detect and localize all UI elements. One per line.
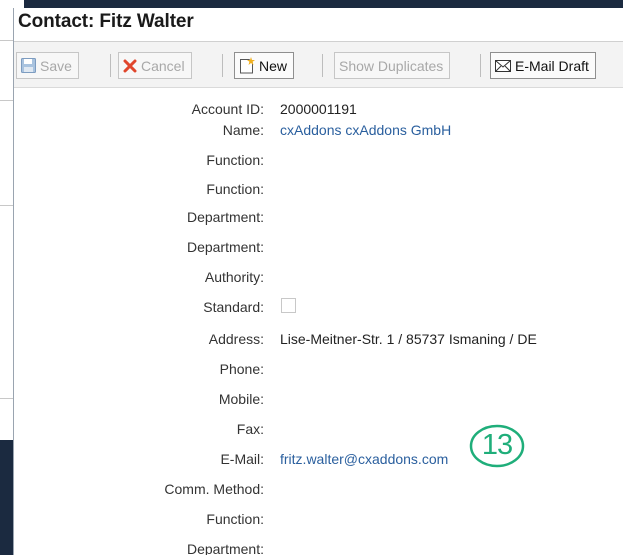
toolbar-divider: [222, 54, 223, 77]
email-row: E-Mail: fritz.walter@cxaddons.com: [14, 451, 623, 469]
standard-label: Standard:: [203, 299, 264, 315]
show-duplicates-button[interactable]: Show Duplicates: [334, 52, 451, 79]
save-button-label: Save: [40, 57, 72, 74]
contact-dialog: Contact: Fitz Walter Save Cancel New Sho…: [13, 8, 623, 555]
account-id-label: Account ID:: [191, 101, 264, 117]
annotation-number: 13: [481, 428, 513, 461]
comm-method-row: Comm. Method:: [14, 481, 623, 499]
mobile-row: Mobile:: [14, 391, 623, 409]
mobile-label: Mobile:: [218, 391, 264, 407]
address-label: Address:: [208, 331, 264, 347]
new-document-icon: [239, 57, 255, 74]
fax-row: Fax:: [14, 421, 623, 439]
toolbar-divider: [322, 54, 323, 77]
email-link[interactable]: fritz.walter@cxaddons.com: [280, 451, 448, 467]
standard-row: Standard:: [14, 298, 623, 317]
function-label: Function:: [206, 152, 264, 168]
save-icon: [21, 58, 36, 73]
show-duplicates-label: Show Duplicates: [339, 57, 444, 74]
function-row: Function:: [14, 511, 623, 529]
toolbar-divider: [480, 54, 481, 77]
authority-label: Authority:: [204, 269, 264, 285]
envelope-icon: [495, 59, 511, 72]
authority-row: Authority:: [14, 269, 623, 287]
cancel-button[interactable]: Cancel: [118, 52, 192, 79]
name-label: Name:: [222, 122, 264, 138]
toolbar-divider: [110, 54, 111, 77]
function-row: Function:: [14, 181, 623, 199]
account-id-row: Account ID: 2000001191: [14, 101, 623, 119]
email-draft-button[interactable]: E-Mail Draft: [490, 52, 596, 79]
cancel-x-icon: [123, 59, 137, 73]
name-row: Name: cxAddons cxAddons GmbH: [14, 122, 623, 140]
department-label: Department:: [186, 239, 264, 255]
toolbar: Save Cancel New Show Duplicates E-Mail D…: [14, 42, 623, 88]
function-row: Function:: [14, 152, 623, 170]
dialog-title: Contact: Fitz Walter: [18, 11, 194, 32]
department-label: Department:: [186, 541, 264, 555]
standard-checkbox[interactable]: [281, 298, 296, 313]
email-draft-label: E-Mail Draft: [515, 57, 589, 74]
account-id-value: 2000001191: [280, 101, 357, 117]
save-button[interactable]: Save: [16, 52, 79, 79]
phone-label: Phone:: [219, 361, 264, 377]
annotation-badge: 13: [469, 422, 525, 468]
cancel-button-label: Cancel: [141, 57, 185, 74]
name-link[interactable]: cxAddons cxAddons GmbH: [280, 122, 451, 138]
department-label: Department:: [186, 209, 264, 225]
address-row: Address: Lise-Meitner-Str. 1 / 85737 Ism…: [14, 331, 623, 349]
fax-label: Fax:: [236, 421, 264, 437]
department-row: Department:: [14, 541, 623, 555]
department-row: Department:: [14, 209, 623, 227]
email-label: E-Mail:: [220, 451, 264, 467]
new-button[interactable]: New: [234, 52, 295, 79]
comm-method-label: Comm. Method:: [164, 481, 264, 497]
function-label: Function:: [206, 181, 264, 197]
address-value: Lise-Meitner-Str. 1 / 85737 Ismaning / D…: [280, 331, 537, 347]
function-label: Function:: [206, 511, 264, 527]
phone-row: Phone:: [14, 361, 623, 379]
department-row: Department:: [14, 239, 623, 257]
new-button-label: New: [259, 57, 288, 74]
